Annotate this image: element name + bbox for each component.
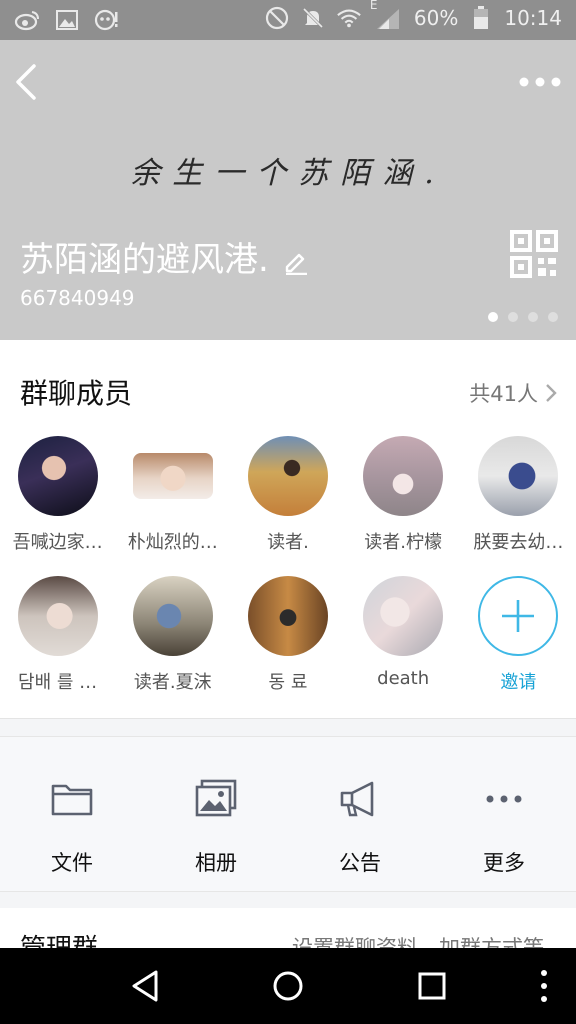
weibo-icon — [14, 8, 40, 32]
member-name: 读者.夏沫 — [133, 672, 212, 693]
manage-title: 管理群 — [20, 928, 98, 948]
invite-label: 邀请 — [500, 672, 537, 693]
avatar — [247, 576, 328, 656]
battery-percent: 60% — [413, 6, 459, 30]
member-item[interactable]: 朴灿烈的… — [115, 436, 230, 576]
group-name: 苏陌涵的避风港. — [20, 232, 309, 281]
invite-button[interactable]: 邀请 — [461, 576, 576, 716]
members-count-link[interactable]: 共41人 — [469, 378, 558, 408]
album-button[interactable]: 相册 — [144, 737, 288, 891]
member-item[interactable]: 동 료 — [230, 576, 345, 716]
nav-menu-button[interactable] — [526, 968, 562, 1004]
group-id: 667840949 — [20, 286, 135, 310]
avatar — [478, 436, 559, 516]
image-icon — [54, 8, 80, 32]
files-button[interactable]: 文件 — [0, 737, 144, 891]
member-item[interactable]: 담배 를 … — [0, 576, 115, 716]
folder-icon — [51, 784, 93, 816]
nav-back-button[interactable] — [126, 968, 166, 1004]
vertical-more-icon — [541, 970, 547, 1002]
member-item[interactable]: death — [346, 576, 461, 716]
actions-bar: 文件 相册 公告 更多 — [0, 736, 576, 892]
more-label: 更多 — [483, 851, 525, 875]
member-name: 吾喊边家… — [12, 532, 103, 553]
more-icon — [486, 795, 522, 803]
nav-recents-button[interactable] — [412, 968, 452, 1004]
mute-icon — [300, 6, 326, 30]
member-item[interactable]: 吾喊边家… — [0, 436, 115, 576]
avatar — [17, 576, 98, 656]
page-dot — [488, 312, 498, 322]
member-item[interactable]: 朕要去幼… — [461, 436, 576, 576]
group-header: 余生一个苏陌涵. 苏陌涵的避风港. 667840949 — [0, 40, 576, 340]
manage-subtitle: 设置群聊资料、加群方式等 — [292, 936, 544, 948]
members-title: 群聊成员 — [20, 377, 133, 410]
member-name: 朕要去幼… — [473, 532, 564, 553]
more-options-button[interactable] — [518, 70, 562, 94]
more-button[interactable]: 更多 — [432, 737, 576, 891]
announcement-button[interactable]: 公告 — [288, 737, 432, 891]
navigation-bar — [0, 948, 576, 1024]
banner-text: 余生一个苏陌涵. — [130, 156, 446, 191]
back-button[interactable] — [10, 60, 50, 104]
page-dot — [508, 312, 518, 322]
triangle-back-icon — [132, 970, 158, 1002]
page-indicator — [488, 312, 558, 322]
album-label: 相册 — [195, 851, 237, 875]
qr-code-icon[interactable] — [510, 230, 558, 278]
member-name: 读者. — [267, 532, 309, 553]
page-dot — [548, 312, 558, 322]
circle-home-icon — [273, 971, 303, 1001]
avatar — [363, 576, 444, 656]
member-item[interactable]: 读者.夏沫 — [115, 576, 230, 716]
member-name: 담배 를 … — [18, 672, 98, 693]
clock: 10:14 — [504, 6, 562, 30]
members-grid: 吾喊边家… 朴灿烈的… 读者. 读者.柠檬 朕要去幼… 담배 를 … 读者.夏沫… — [0, 436, 576, 716]
square-recents-icon — [418, 972, 446, 1000]
member-item[interactable]: 读者. — [230, 436, 345, 576]
announcement-label: 公告 — [339, 851, 381, 875]
avatar — [17, 436, 98, 516]
member-name: 朴灿烈的… — [127, 532, 218, 553]
avatar — [132, 576, 213, 656]
signal-icon: E — [370, 0, 404, 30]
section-divider — [0, 718, 576, 736]
group-name-text: 苏陌涵的避风港. — [20, 240, 269, 280]
page-dot — [528, 312, 538, 322]
chevron-left-icon — [16, 64, 36, 100]
members-section: 群聊成员 共41人 吾喊边家… 朴灿烈的… 读者. 读者.柠檬 朕要去幼… 담배… — [0, 340, 576, 718]
edit-icon[interactable] — [283, 244, 309, 275]
album-icon — [195, 779, 237, 817]
avatar — [132, 453, 213, 499]
avatar — [363, 436, 444, 516]
files-label: 文件 — [51, 851, 93, 875]
dnd-icon — [264, 6, 290, 30]
wifi-icon — [336, 6, 362, 30]
battery-icon — [468, 6, 494, 30]
assistant-icon — [94, 8, 120, 32]
member-name: 동 료 — [268, 672, 308, 693]
more-horizontal-icon — [519, 77, 561, 87]
chevron-right-icon — [546, 384, 557, 402]
plus-icon — [478, 576, 559, 656]
section-divider — [0, 892, 576, 908]
status-bar: E 60% 10:14 — [0, 0, 576, 40]
member-name: 读者.柠檬 — [364, 532, 443, 553]
avatar — [247, 436, 328, 516]
members-count: 共41人 — [469, 382, 538, 406]
megaphone-icon — [340, 781, 374, 817]
nav-home-button[interactable] — [268, 968, 308, 1004]
member-name: death — [377, 668, 430, 689]
manage-group-row[interactable]: 管理群 设置群聊资料、加群方式等 — [0, 908, 576, 948]
member-item[interactable]: 读者.柠檬 — [346, 436, 461, 576]
